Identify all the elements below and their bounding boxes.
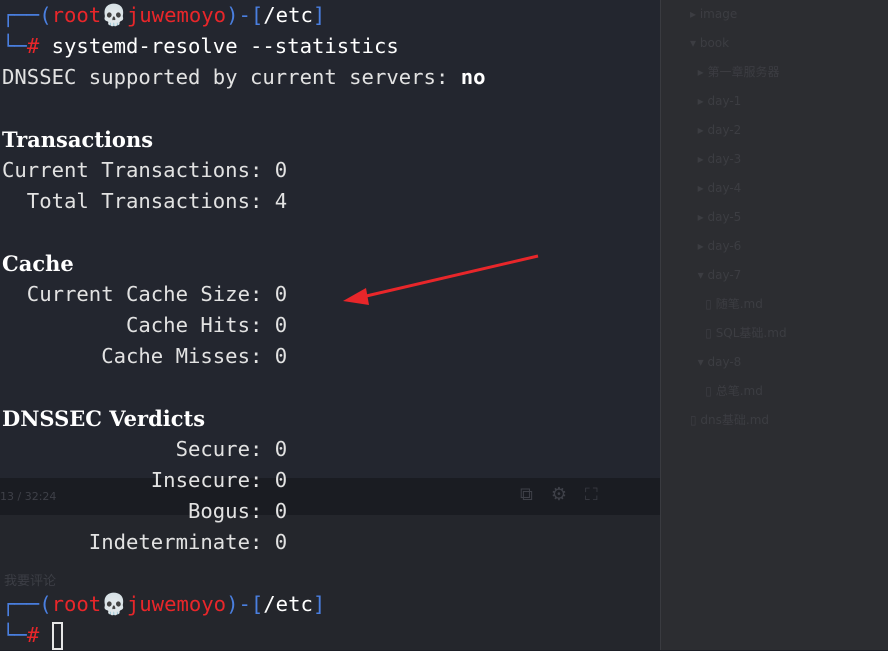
- command-text: systemd-resolve --statistics: [51, 34, 399, 58]
- background-comment-label: 我要评论: [4, 574, 57, 589]
- dnssec-support-line: DNSSEC supported by current servers: no: [2, 65, 486, 89]
- current-cache-size-line: Current Cache Size: 0: [2, 282, 288, 306]
- tree-item: ▸ day-1: [690, 94, 742, 108]
- bogus-line: Bogus: 0: [2, 499, 288, 523]
- tree-item: ▸ day-2: [690, 123, 742, 137]
- tree-item: ▸ day-5: [690, 210, 742, 224]
- transactions-heading: Transactions: [2, 127, 154, 152]
- cache-heading: Cache: [2, 251, 74, 276]
- input-line[interactable]: └─#: [2, 620, 63, 651]
- insecure-line: Insecure: 0: [2, 468, 288, 492]
- tree-item: ▯ dns基础.md: [690, 413, 770, 427]
- cache-misses-line: Cache Misses: 0: [2, 344, 288, 368]
- tree-item: ▾ day-7: [690, 268, 742, 282]
- dnssec-verdicts-heading: DNSSEC Verdicts: [2, 406, 206, 431]
- background-control-icons: ⧉⚙⛶: [520, 484, 616, 505]
- tree-item: ▾ book: [690, 36, 730, 50]
- tree-item: ▸ day-3: [690, 152, 742, 166]
- secure-line: Secure: 0: [2, 437, 288, 461]
- tree-item: ▯ 随笔.md: [690, 297, 763, 311]
- tree-item: ▸ day-4: [690, 181, 742, 195]
- background-file-tree: ▸ image ▾ book ▸ 第一章服务器 ▸ day-1 ▸ day-2 …: [690, 0, 787, 435]
- skull-icon: 💀: [101, 592, 127, 616]
- tree-item: ▯ 总笔.md: [690, 384, 763, 398]
- tree-item: ▸ 第一章服务器: [690, 65, 780, 79]
- terminal-cursor[interactable]: [51, 622, 63, 650]
- command-line: └─# systemd-resolve --statistics: [2, 34, 399, 58]
- prompt-line-2: ┌──(root💀juwemoyo)-[/etc]: [2, 592, 326, 616]
- cache-hits-line: Cache Hits: 0: [2, 313, 288, 337]
- tree-item: ▾ day-8: [690, 355, 742, 369]
- tree-item: ▯ SQL基础.md: [690, 326, 787, 340]
- tree-item: ▸ day-6: [690, 239, 742, 253]
- indeterminate-line: Indeterminate: 0: [2, 530, 288, 554]
- prompt-line-1: ┌──(root💀juwemoyo)-[/etc]: [2, 3, 326, 27]
- current-transactions-line: Current Transactions: 0: [2, 158, 288, 182]
- total-transactions-line: Total Transactions: 4: [2, 189, 288, 213]
- tree-item: ▸ image: [690, 7, 738, 21]
- skull-icon: 💀: [101, 3, 127, 27]
